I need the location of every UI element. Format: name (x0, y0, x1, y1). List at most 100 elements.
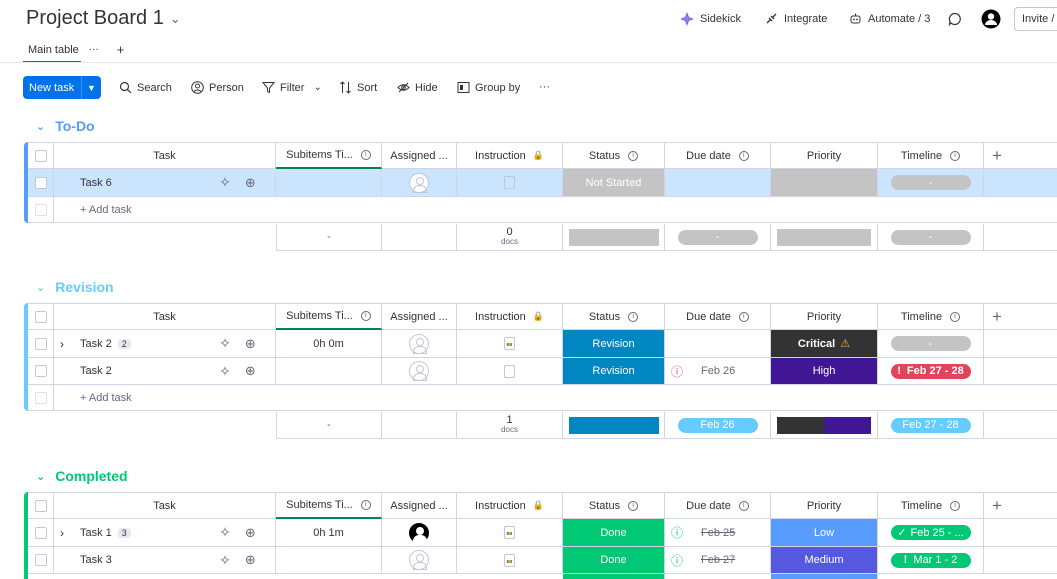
tab-more-icon[interactable]: ··· (89, 44, 99, 55)
info-icon[interactable]: i (950, 500, 961, 511)
hide-button[interactable]: Hide (397, 81, 438, 94)
assigned-cell[interactable] (382, 547, 457, 574)
doc-icon[interactable] (504, 553, 515, 567)
col-header-assigned[interactable]: Assigned ... (382, 303, 457, 330)
row-select-cell[interactable] (28, 547, 54, 574)
ai-sparkle-icon[interactable]: ✧ (219, 524, 231, 541)
task-name-cell[interactable]: Task 3 (54, 547, 200, 574)
board-title[interactable]: Project Board 1 ⌄ (26, 7, 181, 30)
info-icon[interactable]: i (950, 311, 961, 322)
add-update-icon[interactable]: ⊕ (245, 552, 256, 568)
chevron-down-icon[interactable]: ⌄ (36, 470, 45, 483)
assigned-cell[interactable] (382, 519, 457, 547)
priority-cell[interactable] (771, 169, 878, 197)
col-header-assigned[interactable]: Assigned ... (382, 492, 457, 519)
info-icon[interactable]: i (738, 311, 749, 322)
due-date-cell[interactable]: ⓘ Feb 25 (665, 519, 771, 547)
chevron-down-icon[interactable]: ▼ (82, 83, 101, 93)
assigned-cell[interactable] (382, 358, 457, 385)
col-header-due-date[interactable]: Due date i (665, 303, 771, 330)
status-cell[interactable]: Not Started (563, 169, 665, 197)
row-select-cell[interactable] (28, 169, 54, 197)
row-checkbox[interactable] (34, 526, 47, 539)
info-icon[interactable]: i (738, 150, 749, 161)
add-task-button[interactable]: + Add task (54, 385, 1057, 411)
task-name[interactable]: Task 3 (80, 554, 112, 566)
timeline-cell[interactable]: - (878, 330, 984, 358)
status-cell[interactable]: Revision (563, 358, 665, 385)
select-all-checkbox[interactable] (34, 310, 47, 323)
col-header-task[interactable]: Task (54, 142, 276, 169)
info-icon[interactable]: i (628, 311, 639, 322)
priority-cell[interactable]: Medium (771, 547, 878, 574)
due-date-cell[interactable]: ⓘ Feb 27 (665, 547, 771, 574)
info-icon[interactable]: i (950, 150, 961, 161)
add-update-icon[interactable]: ⊕ (245, 175, 256, 191)
col-header-subitems[interactable]: Subitems Ti... i (276, 303, 382, 330)
doc-icon[interactable] (504, 337, 515, 350)
group-title-completed[interactable]: Completed (55, 468, 127, 484)
expand-subitems-icon[interactable]: › (60, 337, 74, 351)
select-all-cell[interactable] (28, 142, 54, 169)
status-cell[interactable]: Revision (563, 330, 665, 358)
add-update-icon[interactable]: ⊕ (245, 363, 256, 379)
group-header-revision[interactable]: ⌄ Revision (36, 279, 114, 295)
task-name[interactable]: Task 2 (80, 338, 112, 350)
instruction-cell[interactable] (457, 358, 563, 385)
ai-sparkle-icon[interactable]: ✧ (219, 174, 231, 191)
timeline-cell[interactable]: - (878, 169, 984, 197)
due-date-cell[interactable]: ⓘ Feb 26 (665, 358, 771, 385)
chevron-down-icon[interactable]: ⌄ (36, 120, 45, 133)
priority-cell[interactable]: High (771, 358, 878, 385)
chevron-down-icon[interactable]: ⌄ (313, 82, 321, 93)
info-icon[interactable]: i (628, 150, 639, 161)
doc-icon[interactable] (504, 364, 515, 378)
col-header-status[interactable]: Status i (563, 492, 665, 519)
more-options-icon[interactable]: ··· (539, 81, 550, 93)
status-cell[interactable]: Done (563, 519, 665, 547)
col-header-status[interactable]: Status i (563, 142, 665, 169)
task-name-cell[interactable]: › Task 1 3 (54, 519, 200, 547)
task-name-cell[interactable]: Task 6 (54, 169, 200, 197)
row-select-cell[interactable] (28, 358, 54, 385)
add-column-button[interactable]: + (984, 142, 1057, 169)
subitems-cell[interactable]: 0h 1m (276, 519, 382, 547)
col-header-subitems[interactable]: Subitems Ti... i (276, 142, 382, 169)
integrate-button[interactable]: Integrate (765, 12, 827, 25)
col-header-subitems[interactable]: Subitems Ti... i (276, 492, 382, 519)
task-name[interactable]: Task 6 (80, 177, 112, 189)
doc-icon[interactable] (504, 526, 515, 539)
automate-button[interactable]: Automate / 3 (849, 12, 930, 25)
add-task-button[interactable]: + Add task (54, 197, 1057, 223)
add-column-button[interactable]: + (984, 303, 1057, 330)
expand-subitems-icon[interactable]: › (60, 526, 74, 540)
info-icon[interactable]: i (738, 500, 749, 511)
select-all-cell[interactable] (28, 303, 54, 330)
assigned-cell[interactable] (382, 169, 457, 197)
subitems-cell[interactable] (276, 169, 382, 197)
col-header-due-date[interactable]: Due date i (665, 492, 771, 519)
col-header-timeline[interactable]: Timeline i (878, 142, 984, 169)
empty-person-icon[interactable] (409, 333, 429, 354)
new-task-button[interactable]: New task ▼ (23, 76, 101, 99)
instruction-cell[interactable] (457, 169, 563, 197)
task-name[interactable]: Task 1 (80, 527, 112, 539)
timeline-cell[interactable]: ! Mar 1 - 2 (878, 547, 984, 574)
row-select-cell[interactable] (28, 330, 54, 358)
priority-cell[interactable]: Low (771, 519, 878, 547)
ai-sparkle-icon[interactable]: ✧ (219, 552, 231, 569)
task-name-cell[interactable]: Task 2 (54, 358, 200, 385)
subitems-cell[interactable] (276, 358, 382, 385)
select-all-cell[interactable] (28, 492, 54, 519)
info-icon[interactable]: i (360, 311, 371, 321)
col-header-instruction[interactable]: Instruction 🔒 (457, 142, 563, 169)
filter-button[interactable]: Filter ⌄ (262, 81, 322, 94)
add-update-icon[interactable]: ⊕ (245, 336, 256, 352)
group-header-completed[interactable]: ⌄ Completed (36, 468, 128, 484)
chevron-down-icon[interactable]: ⌄ (36, 281, 45, 294)
col-header-timeline[interactable]: Timeline i (878, 303, 984, 330)
empty-person-icon[interactable] (409, 172, 429, 193)
row-checkbox[interactable] (34, 337, 47, 350)
status-cell[interactable]: Done (563, 547, 665, 574)
empty-person-icon[interactable] (409, 550, 429, 570)
